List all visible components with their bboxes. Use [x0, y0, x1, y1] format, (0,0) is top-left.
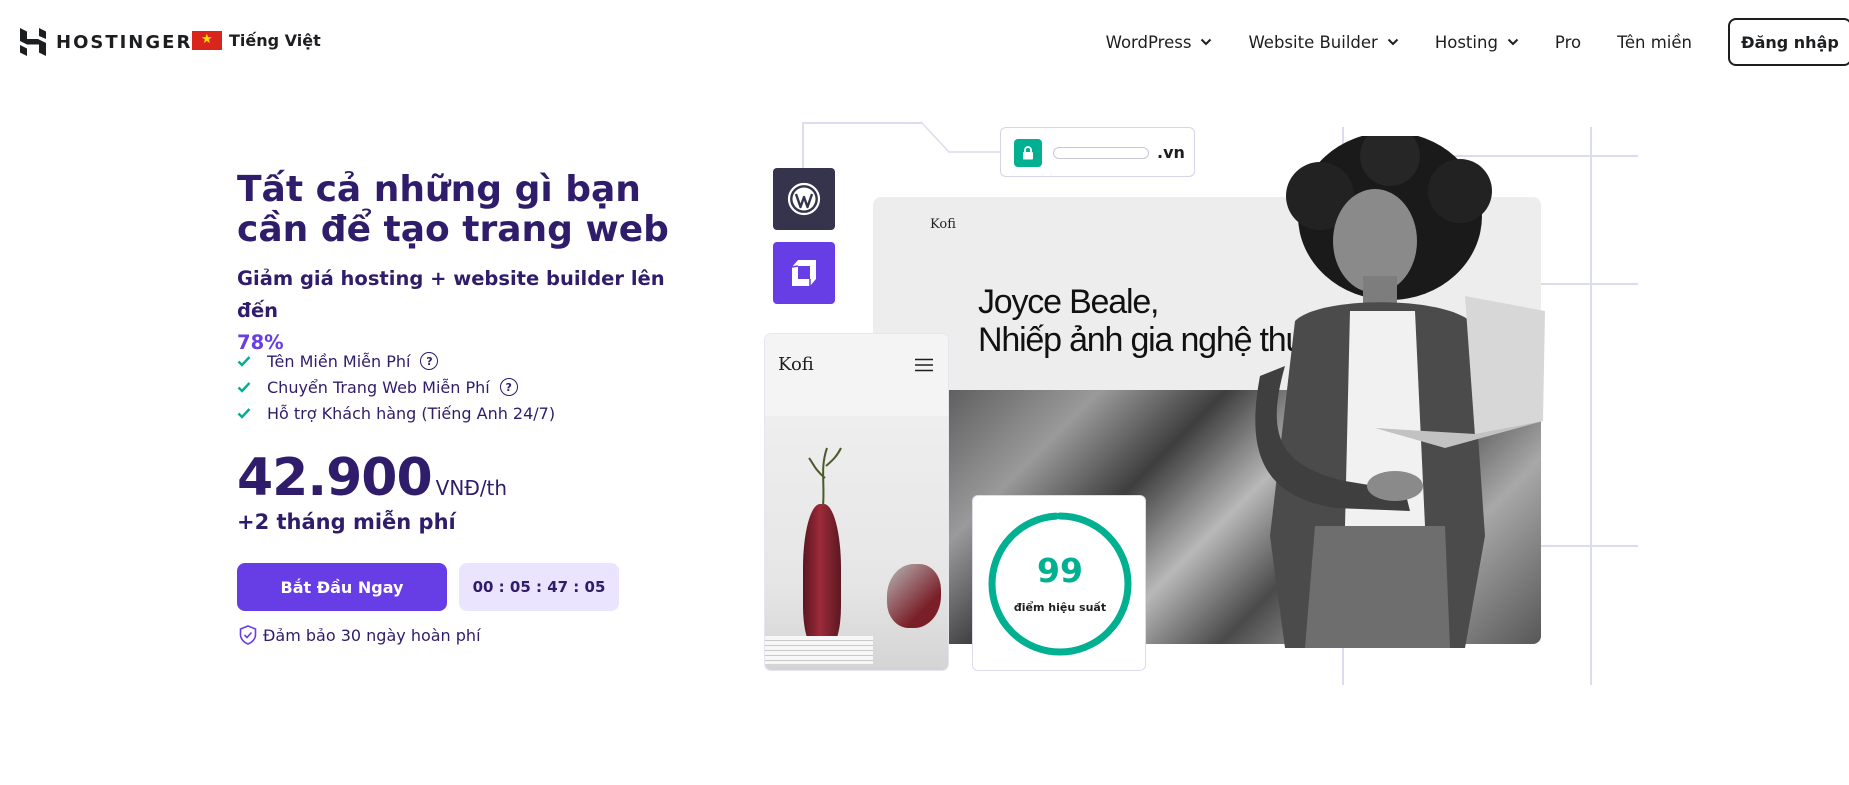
nav-item-wordpress[interactable]: WordPress: [1106, 33, 1213, 52]
hostinger-logo-icon: [20, 28, 46, 56]
nav-item-label: Pro: [1554, 32, 1582, 52]
feature-label: Hỗ trợ Khách hàng (Tiếng Anh 24/7): [267, 403, 556, 423]
nav-item-domains[interactable]: Tên miền: [1617, 33, 1692, 52]
mobile-header: Kofi: [765, 334, 948, 416]
shield-check-icon: [239, 625, 257, 645]
feature-item: Chuyển Trang Web Miễn Phí ?: [237, 374, 555, 400]
book-stack: [765, 636, 873, 664]
woman-with-laptop-image: [1255, 136, 1545, 648]
vase-shape: [803, 504, 841, 646]
connector-line: [920, 121, 1002, 153]
domain-tld: .vn: [1157, 143, 1185, 162]
menu-icon: [915, 358, 933, 372]
nav-item-label: WordPress: [1105, 32, 1192, 52]
chevron-down-icon: [1507, 38, 1519, 46]
login-button[interactable]: Đăng nhập: [1728, 18, 1849, 66]
bird-figure: [887, 564, 941, 628]
language-label: Tiếng Việt: [229, 31, 321, 50]
score-label: điểm hiệu suất: [1013, 601, 1107, 614]
main-nav: WordPress Website Builder Hosting Pro Tê…: [1106, 18, 1849, 66]
feature-list: Tên Miền Miễn Phí ? Chuyển Trang Web Miễ…: [237, 348, 555, 426]
hero-title: Tất cả những gì bạn cần để tạo trang web: [237, 169, 669, 250]
wordpress-icon: [773, 168, 835, 230]
get-started-button[interactable]: Bắt Đầu Ngay: [237, 563, 447, 611]
hero-subtitle: Giảm giá hosting + website builder lên đ…: [237, 263, 707, 359]
hostinger-logo[interactable]: HOSTINGER: [20, 28, 192, 56]
site-header: HOSTINGER ★ Tiếng Việt WordPress Website…: [0, 0, 1849, 84]
hero-illustration: .vn Kofi Joyce Beale, Nhiếp ảnh gia nghệ…: [760, 110, 1640, 685]
nav-item-hosting[interactable]: Hosting: [1435, 33, 1519, 52]
check-icon: [237, 408, 251, 419]
domain-url-bar: .vn: [1000, 127, 1195, 177]
site-brand: Kofi: [930, 217, 956, 232]
nav-item-label: Tên miền: [1617, 32, 1692, 52]
branch-shape: [808, 447, 842, 507]
feature-label: Tên Miền Miễn Phí: [267, 351, 411, 371]
countdown-timer: 00 : 05 : 47 : 05: [459, 563, 619, 611]
nav-item-label: Hosting: [1434, 32, 1498, 52]
check-icon: [237, 382, 251, 393]
mobile-site-preview: Kofi: [765, 334, 948, 670]
feature-item: Hỗ trợ Khách hàng (Tiếng Anh 24/7): [237, 400, 555, 426]
help-circle-icon[interactable]: ?: [420, 352, 439, 370]
feature-label: Chuyển Trang Web Miễn Phí: [267, 377, 490, 397]
mobile-brand: Kofi: [778, 354, 814, 375]
lock-icon: [1014, 139, 1042, 167]
score-value: 99: [1037, 551, 1083, 590]
bonus-months: +2 tháng miễn phí: [237, 510, 456, 534]
performance-score-card: 99 điểm hiệu suất: [972, 495, 1146, 671]
url-field: [1053, 147, 1149, 159]
feature-item: Tên Miền Miễn Phí ?: [237, 348, 555, 374]
help-circle-icon[interactable]: ?: [499, 378, 518, 396]
price-unit: VNĐ/th: [435, 476, 508, 500]
grid-line: [1590, 127, 1592, 685]
vase-photo: [765, 416, 948, 670]
price-amount: 42.900: [237, 448, 433, 508]
logo-text: HOSTINGER: [56, 31, 193, 53]
nav-item-label: Website Builder: [1248, 32, 1378, 52]
grid-line: [802, 122, 922, 124]
guarantee-label: Đảm bảo 30 ngày hoàn phí: [263, 625, 481, 645]
check-icon: [237, 356, 251, 367]
hero-subtitle-text: Giảm giá hosting + website builder lên đ…: [237, 267, 665, 322]
nav-item-pro[interactable]: Pro: [1555, 33, 1581, 52]
chevron-down-icon: [1387, 38, 1399, 46]
nav-item-website-builder[interactable]: Website Builder: [1248, 32, 1399, 52]
vietnam-flag-icon: ★: [192, 31, 222, 50]
language-selector[interactable]: ★ Tiếng Việt: [192, 31, 321, 50]
chevron-down-icon: [1201, 38, 1212, 46]
money-back-guarantee: Đảm bảo 30 ngày hoàn phí: [239, 625, 481, 645]
price: 42.900 VNĐ/th: [237, 447, 507, 509]
hostinger-builder-icon: [773, 242, 835, 304]
